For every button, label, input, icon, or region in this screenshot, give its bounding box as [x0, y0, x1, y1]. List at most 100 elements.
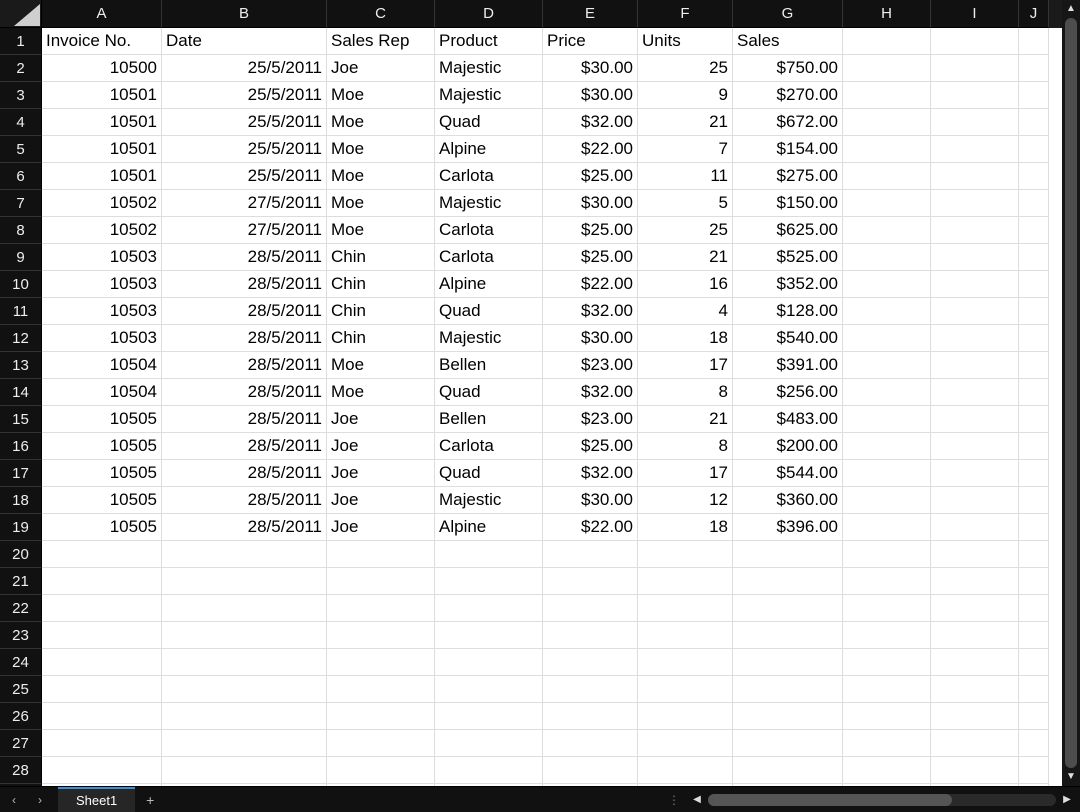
cell-C25[interactable] [327, 676, 435, 703]
cell-G23[interactable] [733, 622, 843, 649]
row-header-4[interactable]: 4 [0, 109, 42, 136]
vertical-scroll-thumb[interactable] [1065, 18, 1077, 768]
cell-D7[interactable]: Majestic [435, 190, 543, 217]
cell-A5[interactable]: 10501 [42, 136, 162, 163]
sheet-tab-sheet1[interactable]: Sheet1 [58, 787, 135, 812]
cell-G15[interactable]: $483.00 [733, 406, 843, 433]
cell-A23[interactable] [42, 622, 162, 649]
column-header-E[interactable]: E [543, 0, 638, 28]
cell-H25[interactable] [843, 676, 931, 703]
cell-B22[interactable] [162, 595, 327, 622]
cell-B23[interactable] [162, 622, 327, 649]
cell-E15[interactable]: $23.00 [543, 406, 638, 433]
cell-C22[interactable] [327, 595, 435, 622]
cell-C6[interactable]: Moe [327, 163, 435, 190]
cell-G17[interactable]: $544.00 [733, 460, 843, 487]
cell-F20[interactable] [638, 541, 733, 568]
cell-A25[interactable] [42, 676, 162, 703]
cell-F16[interactable]: 8 [638, 433, 733, 460]
cell-A17[interactable]: 10505 [42, 460, 162, 487]
cell-B5[interactable]: 25/5/2011 [162, 136, 327, 163]
row-header-27[interactable]: 27 [0, 730, 42, 757]
cell-H12[interactable] [843, 325, 931, 352]
cell-A21[interactable] [42, 568, 162, 595]
cell-H26[interactable] [843, 703, 931, 730]
cell-J5[interactable] [1019, 136, 1049, 163]
cell-G19[interactable]: $396.00 [733, 514, 843, 541]
vertical-scrollbar[interactable]: ▲ ▼ [1062, 0, 1080, 786]
cell-E16[interactable]: $25.00 [543, 433, 638, 460]
scroll-left-arrow-icon[interactable]: ◀︎ [688, 794, 706, 805]
cell-E10[interactable]: $22.00 [543, 271, 638, 298]
cell-A28[interactable] [42, 757, 162, 784]
cell-J20[interactable] [1019, 541, 1049, 568]
cell-F22[interactable] [638, 595, 733, 622]
cell-C21[interactable] [327, 568, 435, 595]
cell-J9[interactable] [1019, 244, 1049, 271]
cell-F28[interactable] [638, 757, 733, 784]
cell-H7[interactable] [843, 190, 931, 217]
cell-G29[interactable] [733, 784, 843, 786]
cell-H28[interactable] [843, 757, 931, 784]
cell-D14[interactable]: Quad [435, 379, 543, 406]
cell-E7[interactable]: $30.00 [543, 190, 638, 217]
scroll-right-arrow-icon[interactable]: ▶︎ [1058, 794, 1076, 805]
cell-C5[interactable]: Moe [327, 136, 435, 163]
cell-H4[interactable] [843, 109, 931, 136]
cell-I22[interactable] [931, 595, 1019, 622]
cell-I25[interactable] [931, 676, 1019, 703]
row-header-29[interactable]: 29 [0, 784, 42, 786]
cell-D19[interactable]: Alpine [435, 514, 543, 541]
cell-D26[interactable] [435, 703, 543, 730]
cell-D16[interactable]: Carlota [435, 433, 543, 460]
sheet-nav-prev-icon[interactable]: ‹ [6, 793, 22, 807]
cell-I28[interactable] [931, 757, 1019, 784]
cell-H8[interactable] [843, 217, 931, 244]
cell-A1[interactable]: Invoice No. [42, 28, 162, 55]
cell-J18[interactable] [1019, 487, 1049, 514]
cell-G12[interactable]: $540.00 [733, 325, 843, 352]
cell-D4[interactable]: Quad [435, 109, 543, 136]
cell-D15[interactable]: Bellen [435, 406, 543, 433]
cell-E23[interactable] [543, 622, 638, 649]
cell-A20[interactable] [42, 541, 162, 568]
cell-E14[interactable]: $32.00 [543, 379, 638, 406]
cell-I24[interactable] [931, 649, 1019, 676]
row-header-11[interactable]: 11 [0, 298, 42, 325]
cell-C1[interactable]: Sales Rep [327, 28, 435, 55]
cell-G22[interactable] [733, 595, 843, 622]
cell-E28[interactable] [543, 757, 638, 784]
cell-D27[interactable] [435, 730, 543, 757]
cell-B18[interactable]: 28/5/2011 [162, 487, 327, 514]
cell-D24[interactable] [435, 649, 543, 676]
row-header-18[interactable]: 18 [0, 487, 42, 514]
cell-G20[interactable] [733, 541, 843, 568]
cell-H10[interactable] [843, 271, 931, 298]
cell-J3[interactable] [1019, 82, 1049, 109]
cell-I8[interactable] [931, 217, 1019, 244]
cell-A16[interactable]: 10505 [42, 433, 162, 460]
cell-C15[interactable]: Joe [327, 406, 435, 433]
cell-D20[interactable] [435, 541, 543, 568]
cell-A26[interactable] [42, 703, 162, 730]
cell-A10[interactable]: 10503 [42, 271, 162, 298]
cell-J8[interactable] [1019, 217, 1049, 244]
cell-F19[interactable]: 18 [638, 514, 733, 541]
row-header-16[interactable]: 16 [0, 433, 42, 460]
cell-F14[interactable]: 8 [638, 379, 733, 406]
cell-B15[interactable]: 28/5/2011 [162, 406, 327, 433]
cell-B7[interactable]: 27/5/2011 [162, 190, 327, 217]
cell-G1[interactable]: Sales [733, 28, 843, 55]
cell-G16[interactable]: $200.00 [733, 433, 843, 460]
cell-J21[interactable] [1019, 568, 1049, 595]
horizontal-scroll-thumb[interactable] [708, 794, 952, 806]
cell-C10[interactable]: Chin [327, 271, 435, 298]
cell-E5[interactable]: $22.00 [543, 136, 638, 163]
column-header-I[interactable]: I [931, 0, 1019, 28]
cell-F13[interactable]: 17 [638, 352, 733, 379]
cell-D10[interactable]: Alpine [435, 271, 543, 298]
cell-D11[interactable]: Quad [435, 298, 543, 325]
cell-grid[interactable]: Invoice No.DateSales RepProductPriceUnit… [42, 28, 1062, 786]
cell-B3[interactable]: 25/5/2011 [162, 82, 327, 109]
scroll-down-arrow-icon[interactable]: ▼ [1062, 768, 1080, 786]
